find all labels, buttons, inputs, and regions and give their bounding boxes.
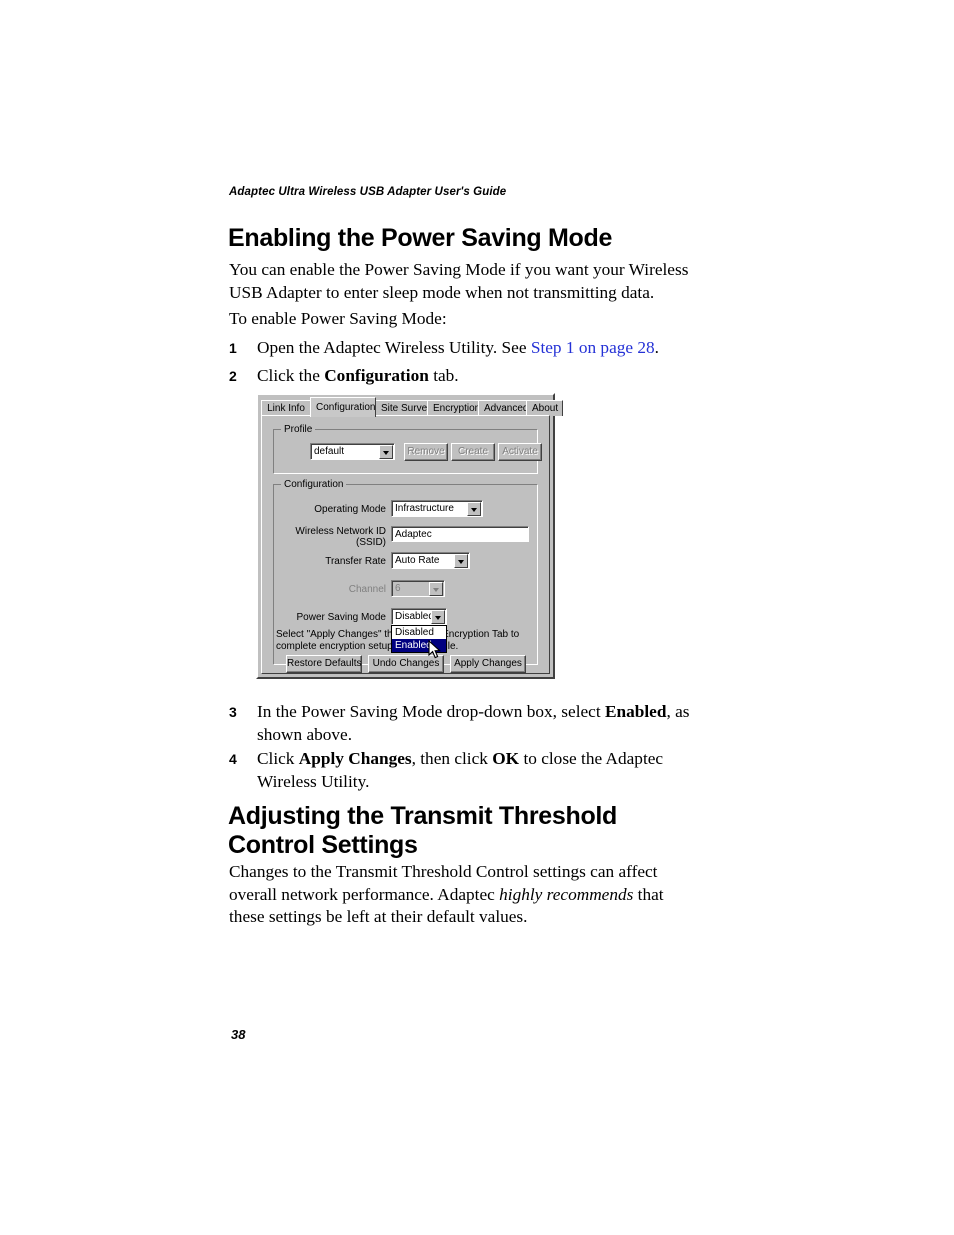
power-saving-mode-value: Disabled: [395, 611, 434, 622]
remove-profile-button[interactable]: Remove: [404, 443, 448, 461]
step-2-number: 2: [229, 368, 237, 384]
ssid-value: Adaptec: [395, 529, 432, 540]
page-number: 38: [231, 1027, 246, 1042]
chevron-down-icon-channel: [429, 582, 443, 596]
channel-value: 6: [395, 583, 401, 594]
group-profile-legend: Profile: [281, 424, 316, 435]
group-configuration-legend: Configuration: [281, 479, 347, 490]
paragraph-transmit-threshold: Changes to the Transmit Threshold Contro…: [229, 861, 699, 929]
chevron-down-icon-operating-mode[interactable]: [467, 502, 481, 516]
page-title-power-saving: Enabling the Power Saving Mode: [228, 224, 613, 252]
label-power-saving-mode: Power Saving Mode: [296, 612, 387, 623]
power-saving-mode-combo[interactable]: Disabled: [391, 608, 447, 625]
step-1-text-after: .: [654, 338, 659, 357]
step-3-number: 3: [229, 704, 237, 720]
tab-strip: Link Info Configuration Site Survey Encr…: [261, 397, 563, 417]
step-1-text: Open the Adaptec Wireless Utility. See S…: [257, 337, 709, 360]
profile-combo[interactable]: default: [310, 443, 395, 460]
step-4-number: 4: [229, 751, 237, 767]
step-4-bold-ok: OK: [492, 749, 520, 768]
step-3: 3 In the Power Saving Mode drop-down box…: [229, 701, 709, 746]
step-2-text-after: tab.: [428, 366, 459, 385]
step-2-bold: Configuration: [324, 366, 429, 385]
step-3-text: In the Power Saving Mode drop-down box, …: [257, 701, 709, 746]
step-2: 2 Click the Configuration tab.: [229, 365, 709, 388]
chevron-down-icon-transfer-rate[interactable]: [454, 554, 468, 568]
transfer-rate-combo[interactable]: Auto Rate: [391, 552, 470, 569]
channel-combo: 6: [391, 580, 445, 597]
restore-defaults-button[interactable]: Restore Defaults: [286, 655, 362, 673]
step-4-text: Click Apply Changes, then click OK to cl…: [257, 748, 709, 793]
paragraph-transmit-italic: highly recommends: [499, 884, 634, 904]
page-title-transmit-threshold: Adjusting the Transmit Threshold Control…: [228, 802, 618, 859]
tab-configuration[interactable]: Configuration: [310, 397, 376, 417]
paragraph-power-saving-lead-in: To enable Power Saving Mode:: [229, 309, 447, 328]
step-4-text-mid: , then click: [411, 749, 493, 768]
step-4: 4 Click Apply Changes, then click OK to …: [229, 748, 709, 793]
profile-combo-value: default: [314, 446, 345, 457]
label-channel: Channel: [348, 584, 386, 595]
paragraph-power-saving-intro: You can enable the Power Saving Mode if …: [229, 260, 689, 302]
running-header: Adaptec Ultra Wireless USB Adapter User'…: [229, 186, 507, 198]
label-wireless-network-id-ssid: (SSID): [356, 537, 386, 548]
step-4-text-before: Click: [257, 749, 299, 768]
tab-site-survey[interactable]: Site Survey: [375, 400, 432, 416]
cross-reference-link-step1-page28[interactable]: Step 1 on page 28: [531, 338, 655, 357]
chevron-down-icon-power-saving-mode[interactable]: [431, 610, 445, 624]
figure-adaptec-wireless-utility-screenshot: Link Info Configuration Site Survey Encr…: [256, 393, 563, 685]
chevron-down-icon-profile[interactable]: [379, 445, 393, 459]
document-page: Adaptec Ultra Wireless USB Adapter User'…: [0, 0, 954, 1235]
step-2-text: Click the Configuration tab.: [257, 365, 709, 388]
tab-about[interactable]: About: [526, 400, 563, 416]
ssid-input[interactable]: Adaptec: [391, 526, 529, 542]
label-operating-mode: Operating Mode: [314, 504, 386, 515]
tab-pane-configuration: Profile default Remove Create Activate C…: [261, 415, 550, 674]
apply-changes-button[interactable]: Apply Changes: [450, 655, 526, 673]
adaptec-wireless-utility-dialog: Link Info Configuration Site Survey Encr…: [256, 393, 563, 679]
label-transfer-rate: Transfer Rate: [325, 556, 386, 567]
mouse-cursor-icon: [428, 640, 441, 659]
step-3-bold: Enabled: [604, 702, 667, 721]
tab-advanced[interactable]: Advanced: [478, 400, 528, 416]
operating-mode-value: Infrastructure: [395, 503, 454, 514]
step-1-text-before: Open the Adaptec Wireless Utility. See: [257, 338, 531, 357]
step-3-text-before: In the Power Saving Mode drop-down box, …: [257, 702, 605, 721]
tab-encryption[interactable]: Encryption: [427, 400, 480, 416]
step-4-bold-apply-changes: Apply Changes: [298, 749, 412, 768]
step-1: 1 Open the Adaptec Wireless Utility. See…: [229, 337, 709, 360]
dropdown-option-disabled[interactable]: Disabled: [392, 626, 446, 639]
create-profile-button[interactable]: Create: [451, 443, 495, 461]
tab-link-info[interactable]: Link Info: [261, 400, 311, 416]
activate-profile-button[interactable]: Activate: [498, 443, 542, 461]
operating-mode-combo[interactable]: Infrastructure: [391, 500, 483, 517]
step-1-number: 1: [229, 340, 237, 356]
transfer-rate-value: Auto Rate: [395, 555, 440, 566]
step-2-text-before: Click the: [257, 366, 325, 385]
